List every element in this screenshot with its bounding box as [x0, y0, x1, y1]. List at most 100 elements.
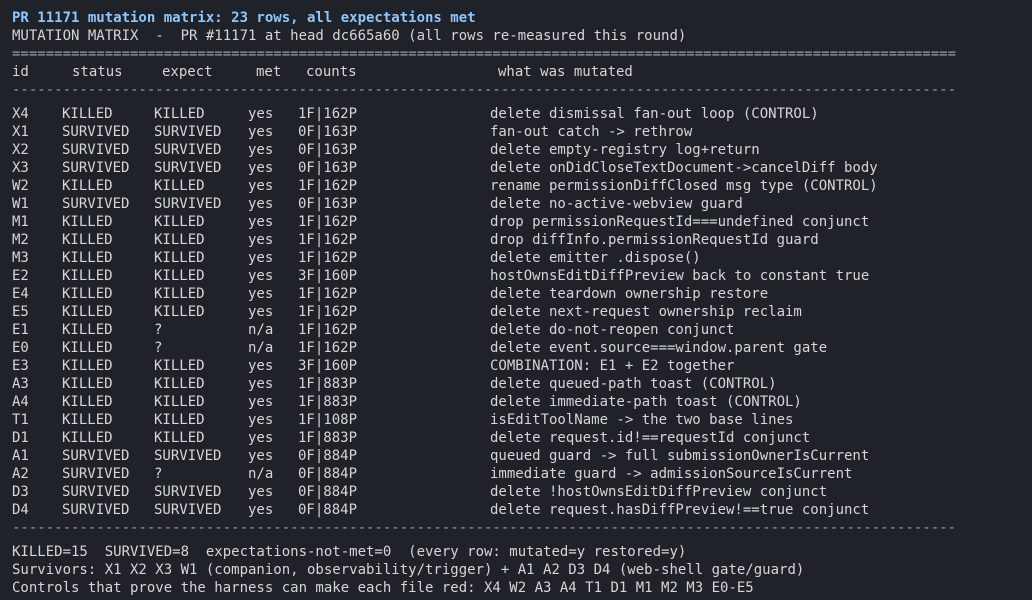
- cell-id: X1: [12, 124, 29, 140]
- cell-what: fan-out catch -> rethrow: [490, 124, 693, 140]
- cell-expect: KILLED: [154, 376, 205, 392]
- cell-met: yes: [248, 142, 274, 158]
- cell-status: SURVIVED: [62, 484, 130, 500]
- cell-status: KILLED: [62, 214, 113, 230]
- cell-counts: 1F|162P: [298, 286, 358, 302]
- cell-id: X3: [12, 160, 29, 176]
- cell-met: yes: [248, 448, 274, 464]
- cell-what: immediate guard -> admissionSourceIsCurr…: [490, 466, 853, 482]
- cell-counts: 1F|162P: [298, 214, 358, 230]
- report-title: PR 11171 mutation matrix: 23 rows, all e…: [12, 10, 476, 26]
- cell-met: yes: [248, 394, 274, 410]
- cell-status: SURVIVED: [62, 142, 130, 158]
- table-row: E5 KILLED KILLED yes 1F|162P delete next-requ…: [12, 303, 1032, 321]
- table-row: E2 KILLED KILLED yes 3F|160P hostOwnsEditDiff…: [12, 267, 1032, 285]
- cell-status: KILLED: [62, 106, 113, 122]
- cell-id: E1: [12, 322, 29, 338]
- table-row: D3 SURVIVED SURVIVED yes 0F|884P delete !host…: [12, 483, 1032, 501]
- cell-met: yes: [248, 124, 274, 140]
- cell-status: SURVIVED: [62, 466, 130, 482]
- single-rule-divider-bottom: ----------------------------------------…: [12, 520, 956, 536]
- cell-expect: SURVIVED: [154, 196, 222, 212]
- cell-status: KILLED: [62, 304, 113, 320]
- cell-expect: ?: [154, 466, 163, 482]
- table-row: D1 KILLED KILLED yes 1F|883P delete request.i…: [12, 429, 1032, 447]
- summary-line-controls: Controls that prove the harness can make…: [12, 580, 754, 596]
- cell-status: KILLED: [62, 286, 113, 302]
- cell-id: E4: [12, 286, 29, 302]
- cell-what: hostOwnsEditDiffPreview back to constant…: [490, 268, 870, 284]
- cell-what: delete dismissal fan-out loop (CONTROL): [490, 106, 819, 122]
- table-row: A2 SURVIVED? n/a 0F|884P immediate guard -> …: [12, 465, 1032, 483]
- terminal-output: PR 11171 mutation matrix: 23 rows, all e…: [0, 0, 1032, 600]
- cell-counts: 1F|162P: [298, 178, 358, 194]
- double-rule-divider: ========================================…: [12, 46, 956, 62]
- cell-expect: SURVIVED: [154, 448, 222, 464]
- cell-met: yes: [248, 178, 274, 194]
- table-row: W2 KILLED KILLED yes 1F|162P rename permissio…: [12, 177, 1032, 195]
- cell-expect: KILLED: [154, 358, 205, 374]
- cell-what: delete emitter .dispose(): [490, 250, 701, 266]
- cell-counts: 1F|883P: [298, 430, 358, 446]
- cell-met: yes: [248, 412, 274, 428]
- cell-what: delete !hostOwnsEditDiffPreview conjunct: [490, 484, 828, 500]
- cell-what: isEditToolName -> the two base lines: [490, 412, 794, 428]
- cell-status: KILLED: [62, 232, 113, 248]
- table-row: X3 SURVIVED SURVIVED yes 0F|163P delete onDid…: [12, 159, 1032, 177]
- table-row: E0 KILLED? n/a 1F|162P delete event.source==…: [12, 339, 1032, 357]
- cell-status: KILLED: [62, 178, 113, 194]
- table-row: M3 KILLED KILLED yes 1F|162P delete emitter .…: [12, 249, 1032, 267]
- cell-status: KILLED: [62, 268, 113, 284]
- cell-id: W1: [12, 196, 29, 212]
- cell-id: A4: [12, 394, 29, 410]
- cell-what: delete empty-registry log+return: [490, 142, 760, 158]
- cell-id: A3: [12, 376, 29, 392]
- cell-id: D1: [12, 430, 29, 446]
- cell-met: yes: [248, 376, 274, 392]
- table-row: X2 SURVIVED SURVIVED yes 0F|163P delete empty…: [12, 141, 1032, 159]
- cell-status: SURVIVED: [62, 502, 130, 518]
- table-row: M2 KILLED KILLED yes 1F|162P drop diffInfo.pe…: [12, 231, 1032, 249]
- cell-status: KILLED: [62, 250, 113, 266]
- cell-id: D4: [12, 502, 29, 518]
- table-row: A4 KILLED KILLED yes 1F|883P delete immediate…: [12, 393, 1032, 411]
- cell-what: delete next-request ownership reclaim: [490, 304, 802, 320]
- cell-id: M1: [12, 214, 29, 230]
- mutation-table-body: X4 KILLED KILLED yes 1F|162P delete dismissal…: [12, 105, 1032, 519]
- cell-expect: SURVIVED: [154, 142, 222, 158]
- cell-met: yes: [248, 502, 274, 518]
- table-row: T1 KILLED KILLED yes 1F|108P isEditToolName -…: [12, 411, 1032, 429]
- header-counts: counts: [306, 64, 357, 80]
- cell-id: M3: [12, 250, 29, 266]
- cell-status: KILLED: [62, 394, 113, 410]
- cell-status: KILLED: [62, 412, 113, 428]
- table-row: E4 KILLED KILLED yes 1F|162P delete teardown …: [12, 285, 1032, 303]
- table-row: X1 SURVIVED SURVIVED yes 0F|163P fan-out catc…: [12, 123, 1032, 141]
- cell-met: yes: [248, 196, 274, 212]
- cell-met: yes: [248, 268, 274, 284]
- cell-status: KILLED: [62, 376, 113, 392]
- cell-met: yes: [248, 106, 274, 122]
- cell-counts: 0F|884P: [298, 466, 358, 482]
- cell-expect: KILLED: [154, 232, 205, 248]
- table-header: id status expect met counts what was mut…: [12, 63, 1032, 81]
- cell-counts: 1F|162P: [298, 232, 358, 248]
- cell-what: delete event.source===window.parent gate: [490, 340, 828, 356]
- cell-id: E2: [12, 268, 29, 284]
- cell-id: A1: [12, 448, 29, 464]
- cell-counts: 1F|162P: [298, 250, 358, 266]
- cell-counts: 1F|108P: [298, 412, 358, 428]
- cell-counts: 0F|163P: [298, 124, 358, 140]
- cell-expect: KILLED: [154, 250, 205, 266]
- header-status: status: [72, 64, 123, 80]
- cell-counts: 1F|162P: [298, 340, 358, 356]
- cell-what: rename permissionDiffClosed msg type (CO…: [490, 178, 878, 194]
- cell-expect: KILLED: [154, 178, 205, 194]
- cell-what: delete request.hasDiffPreview!==true con…: [490, 502, 870, 518]
- cell-id: X4: [12, 106, 29, 122]
- cell-expect: KILLED: [154, 214, 205, 230]
- table-row: D4 SURVIVED SURVIVED yes 0F|884P delete reque…: [12, 501, 1032, 519]
- cell-expect: KILLED: [154, 304, 205, 320]
- table-row: E3 KILLED KILLED yes 3F|160P COMBINATION: E1 …: [12, 357, 1032, 375]
- cell-met: n/a: [248, 340, 274, 356]
